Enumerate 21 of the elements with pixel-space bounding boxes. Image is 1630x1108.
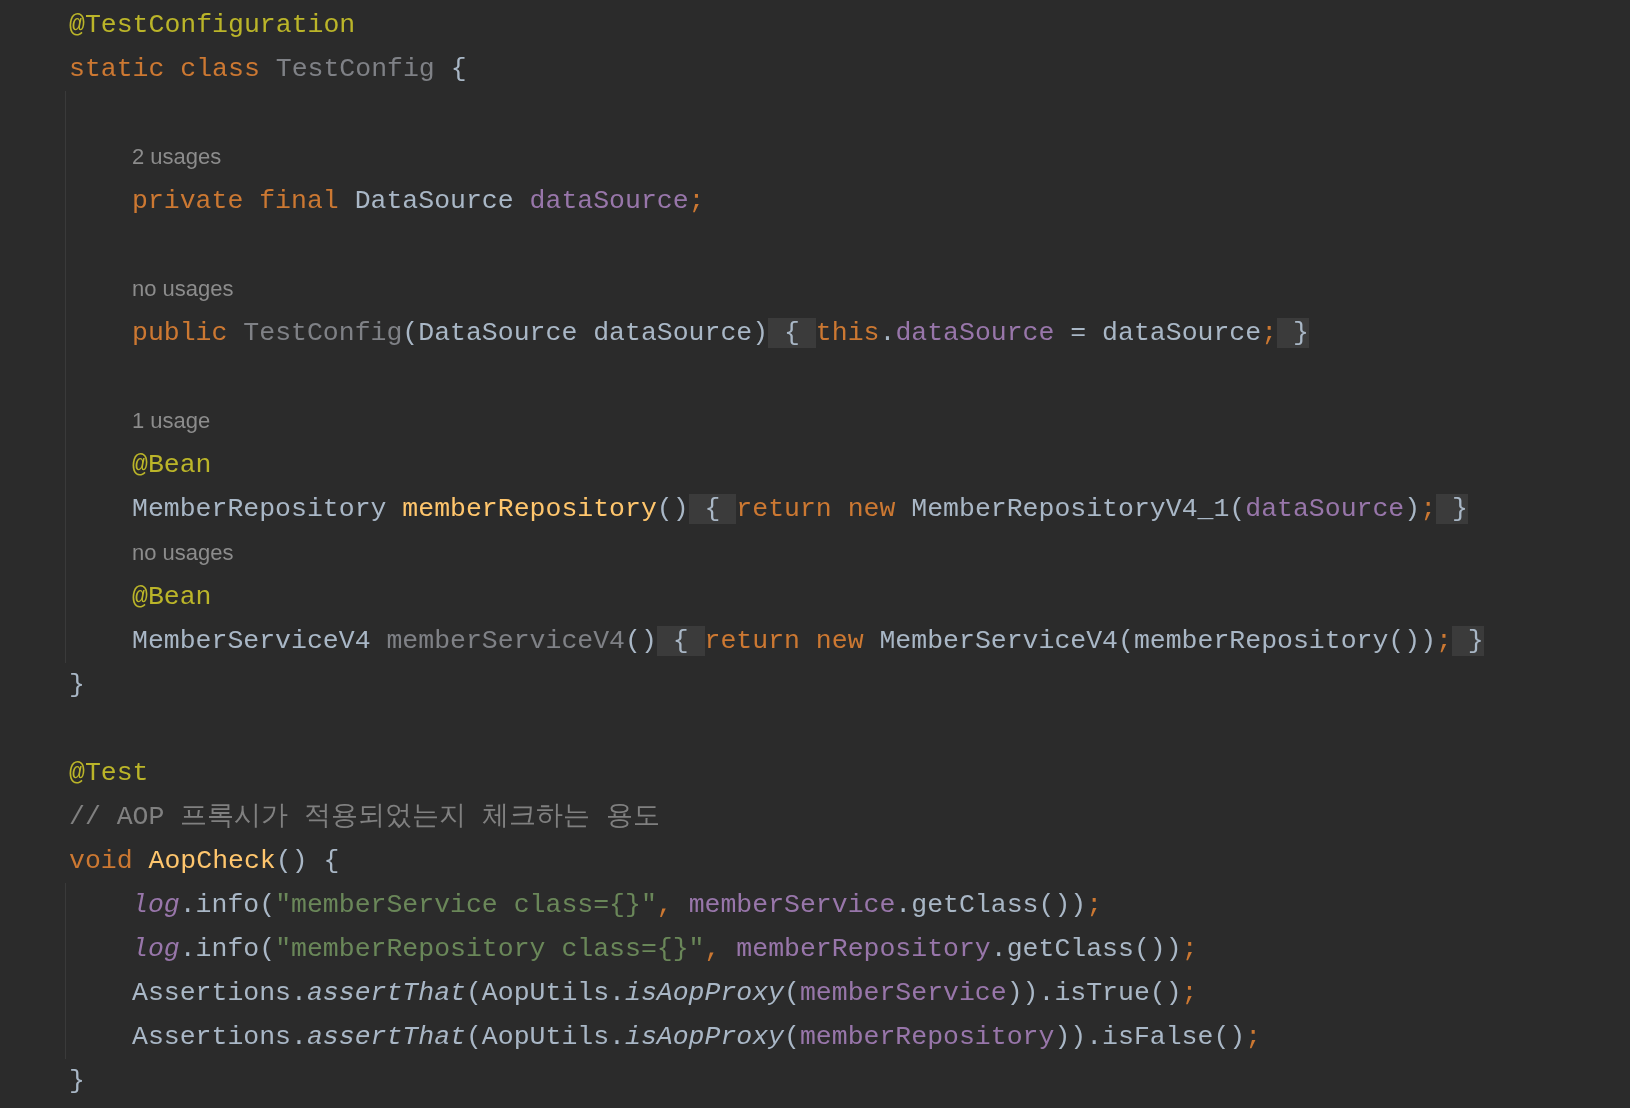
code-line: } [69,1065,86,1098]
code-line: @Test [69,757,150,790]
code-line: // AOP 프록시가 적용되었는지 체크하는 용도 [69,801,662,834]
code-line: @Bean [132,581,213,614]
code-line: log.info("memberService class={}", memberService.getClass()); [132,889,1104,922]
usage-hint[interactable]: 2 usages [132,135,1630,179]
usage-hint[interactable]: 1 usage [132,399,1630,443]
code-line: MemberServiceV4 memberServiceV4() { return new MemberServiceV4(memberRepository()); } [132,625,1485,658]
code-line: Assertions.assertThat(AopUtils.isAopProxy(memberService)).isTrue(); [132,977,1199,1010]
code-line: private final DataSource dataSource; [132,185,706,218]
code-line: @Bean [132,449,213,482]
usage-hint[interactable]: no usages [132,267,1630,311]
code-line: log.info("memberRepository class={}", memberRepository.getClass()); [132,933,1199,966]
usage-hint[interactable]: no usages [132,531,1630,575]
code-line: @TestConfiguration [69,9,357,42]
code-line: Assertions.assertThat(AopUtils.isAopProxy(memberRepository)).isFalse(); [132,1021,1263,1054]
code-line: } [69,669,86,702]
code-line: void AopCheck() { [69,845,341,878]
code-line: static class TestConfig { [69,53,468,86]
code-line: public TestConfig(DataSource dataSource) { this.dataSource = dataSource; } [132,317,1310,350]
code-line: MemberRepository memberRepository() { return new MemberRepositoryV4_1(dataSource); } [132,493,1469,526]
